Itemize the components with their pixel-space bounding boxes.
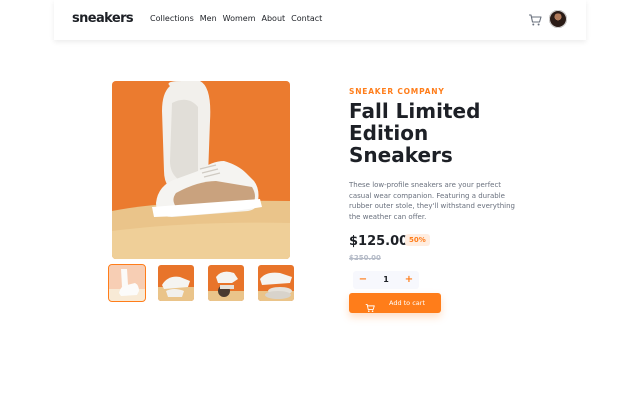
nav-link-collections[interactable]: Collections bbox=[150, 14, 194, 23]
nav-link-contact[interactable]: Contact bbox=[291, 14, 322, 23]
thumbnail-3[interactable] bbox=[208, 265, 244, 301]
site-header: sneakers Collections Men Womem About Con… bbox=[54, 0, 586, 40]
thumbnail-1[interactable] bbox=[108, 264, 146, 302]
minus-icon[interactable]: − bbox=[357, 274, 369, 285]
product-title: Fall Limited Edition Sneakers bbox=[349, 99, 481, 167]
plus-icon[interactable]: + bbox=[403, 274, 415, 285]
thumbnail-2[interactable] bbox=[158, 265, 194, 301]
nav-link-men[interactable]: Men bbox=[200, 14, 217, 23]
thumbnail-4[interactable] bbox=[258, 265, 294, 301]
cart-icon[interactable] bbox=[528, 12, 542, 26]
main-nav: Collections Men Womem About Contact bbox=[150, 14, 322, 23]
user-avatar[interactable] bbox=[549, 10, 567, 28]
logo[interactable]: sneakers bbox=[72, 11, 134, 26]
quantity-value: 1 bbox=[383, 275, 389, 284]
product-description: These low-profile sneakers are your perf… bbox=[349, 181, 515, 221]
nav-link-about[interactable]: About bbox=[262, 14, 286, 23]
add-to-cart-label: Add to cart bbox=[388, 299, 426, 307]
discount-badge: 50% bbox=[405, 234, 430, 246]
nav-link-women[interactable]: Womem bbox=[223, 14, 256, 23]
current-price: $125.00 bbox=[349, 234, 409, 249]
quantity-stepper: − 1 + bbox=[353, 271, 419, 289]
cart-icon bbox=[365, 298, 375, 312]
add-to-cart-button[interactable]: Add to cart bbox=[349, 293, 441, 313]
product-main-image[interactable] bbox=[112, 81, 290, 259]
original-price: $250.00 bbox=[349, 254, 381, 262]
company-name: SNEAKER COMPANY bbox=[349, 87, 445, 96]
